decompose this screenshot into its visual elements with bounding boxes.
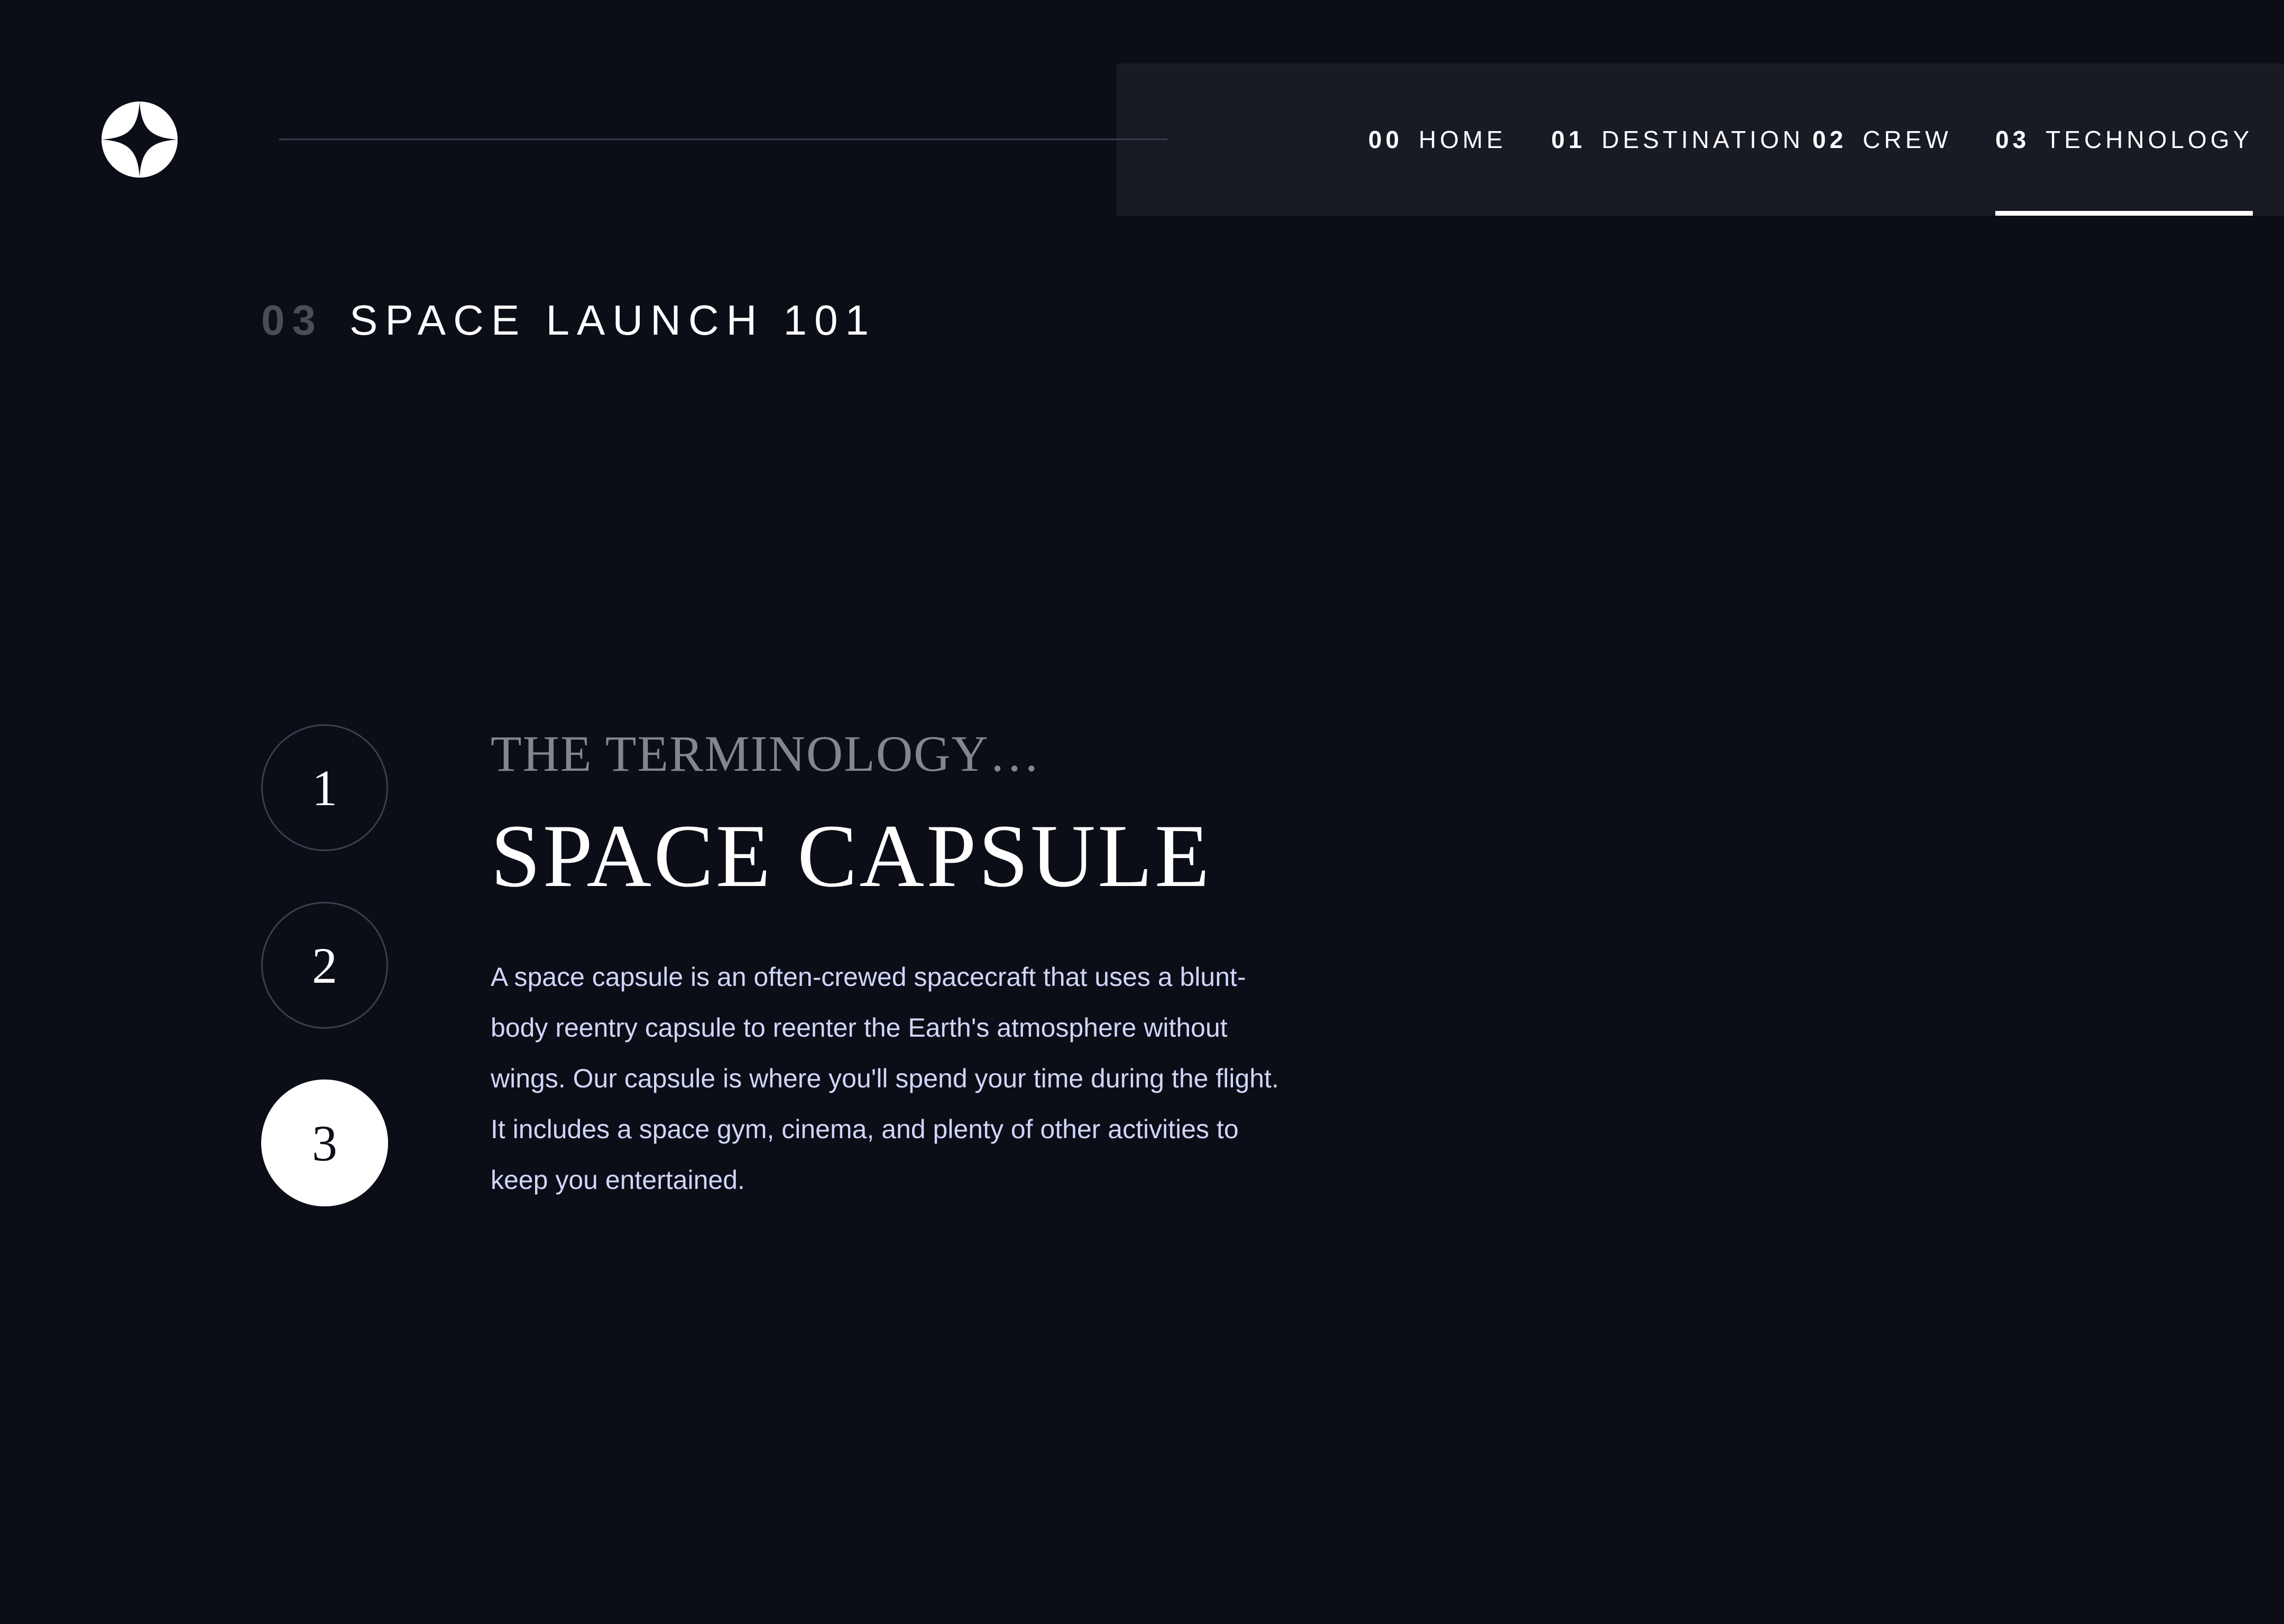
star-logo-icon	[102, 102, 178, 178]
nav-item-label: DESTINATION	[1601, 126, 1804, 153]
nav-item-label: HOME	[1419, 126, 1507, 153]
technology-name: SPACE CAPSULE	[491, 806, 1212, 906]
nav-item-label: CREW	[1863, 126, 1952, 153]
home-logo-link[interactable]	[102, 102, 178, 178]
terminology-label: THE TERMINOLOGY…	[491, 725, 1041, 782]
nav-item-number: 01	[1551, 126, 1586, 153]
technology-description: A space capsule is an often-crewed space…	[491, 962, 1279, 1195]
tech-step-button-3[interactable]: 3	[261, 1079, 388, 1206]
nav-item-number: 02	[1812, 126, 1847, 153]
tech-step-button-1[interactable]: 1	[261, 724, 388, 851]
nav-item-technology[interactable]: 03 TECHNOLOGY	[1995, 63, 2253, 216]
nav-item-number: 00	[1368, 126, 1403, 153]
nav-item-destination[interactable]: 01 DESTINATION	[1551, 63, 1804, 216]
nav-item-label: TECHNOLOGY	[2046, 126, 2253, 153]
nav-item-home[interactable]: 00 HOME	[1368, 63, 1506, 216]
tech-step-button-2[interactable]: 2	[261, 902, 388, 1029]
primary-navigation: 00 HOME 01 DESTINATION 02 CREW 03 TECHNO…	[1117, 63, 2284, 216]
nav-item-number: 03	[1995, 126, 2030, 153]
page-title-number: 03	[261, 297, 323, 344]
page-title: 03 SPACE LAUNCH 101	[261, 296, 876, 345]
page-title-text: SPACE LAUNCH 101	[349, 297, 877, 344]
nav-item-crew[interactable]: 02 CREW	[1812, 63, 1952, 216]
header-divider	[279, 139, 1167, 140]
